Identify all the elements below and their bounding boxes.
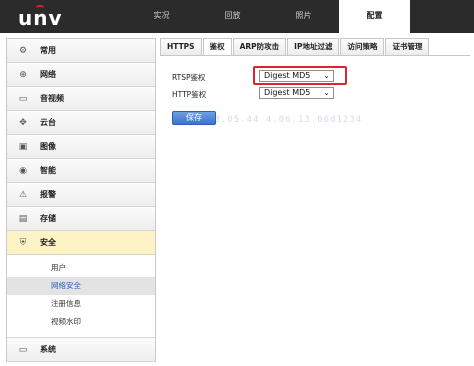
sidebar-item-label: 安全 [40,238,56,247]
storage-icon: ▤ [18,213,28,224]
sidebar-item-label: 报警 [40,190,56,199]
system-icon: ▭ [18,344,28,355]
image-icon: ▣ [18,141,28,152]
submenu-item-video-watermark[interactable]: 视频水印 [7,313,155,331]
network-icon: ⊕ [19,69,27,80]
sidebar-item-label: 音视频 [40,94,64,103]
security-submenu: 用户 网络安全 注册信息 视频水印 [7,255,155,338]
tab-access-policy[interactable]: 访问策略 [340,38,385,55]
sidebar-item-label: 图像 [40,142,56,151]
security-tabs: HTTPS 鉴权 ARP防攻击 IP地址过滤 访问策略 证书管理 [160,38,430,55]
nav-photo[interactable]: 照片 [268,0,339,33]
sidebar-item-system[interactable]: ▭ 系统 [7,338,155,362]
submenu-item-registration-info[interactable]: 注册信息 [7,295,155,313]
sidebar-item-common[interactable]: ⚙ 常用 [7,39,155,63]
http-auth-select[interactable]: Digest MD5 ⌄ [259,87,334,99]
sidebar-item-intelligence[interactable]: ◉ 智能 [7,159,155,183]
tab-arp-protection[interactable]: ARP防攻击 [232,38,287,55]
sidebar-item-label: 存储 [40,214,56,223]
sidebar-item-label: 常用 [40,46,56,55]
settings-icon: ⚙ [18,45,28,56]
http-auth-label: HTTP鉴权 [172,90,207,99]
save-button[interactable]: 保存 [172,111,216,125]
tab-ip-filter[interactable]: IP地址过滤 [287,38,340,55]
sidebar-item-image[interactable]: ▣ 图像 [7,135,155,159]
tab-https[interactable]: HTTPS [160,38,202,55]
tab-certificate-management[interactable]: 证书管理 [385,38,430,55]
sidebar-item-storage[interactable]: ▤ 存储 [7,207,155,231]
sidebar-item-network[interactable]: ⊕ 网络 [7,63,155,87]
tab-divider [160,55,470,56]
main-nav: 实况 回放 照片 配置 [126,0,410,33]
alarm-icon: ⚠ [18,189,28,200]
sidebar-item-label: 云台 [40,118,56,127]
sidebar-item-alarm[interactable]: ⚠ 报警 [7,183,155,207]
sidebar-item-ptz[interactable]: ✥ 云台 [7,111,155,135]
tab-authentication[interactable]: 鉴权 [202,38,232,55]
red-highlight-box [253,66,347,85]
video-icon: ▭ [18,93,28,104]
http-auth-value: Digest MD5 [264,88,311,97]
chevron-down-icon: ⌄ [323,88,330,97]
submenu-item-network-security[interactable]: 网络安全 [7,277,155,295]
nav-playback[interactable]: 回放 [197,0,268,33]
submenu-item-user[interactable]: 用户 [7,259,155,277]
sidebar-item-label: 系统 [40,345,56,354]
logo-mark-icon [36,5,44,10]
sidebar-item-audio-video[interactable]: ▭ 音视频 [7,87,155,111]
ptz-icon: ✥ [19,117,27,128]
sidebar: ⚙ 常用 ⊕ 网络 ▭ 音视频 ✥ 云台 ▣ 图像 ◉ 智能 ⚠ 报警 ▤ 存储… [6,38,156,362]
brand-logo: unv [8,4,62,29]
intelligence-icon: ◉ [19,165,27,176]
nav-config[interactable]: 配置 [339,0,410,33]
logo-text: unv [18,6,63,30]
shield-icon: ⛨ [19,237,27,248]
sidebar-item-label: 网络 [40,70,56,79]
sidebar-item-security[interactable]: ⛨ 安全 [7,231,155,255]
rtsp-auth-label: RTSP鉴权 [172,73,206,82]
top-bar: unv 实况 回放 照片 配置 [0,0,474,33]
nav-live[interactable]: 实况 [126,0,197,33]
sidebar-item-label: 智能 [40,166,56,175]
